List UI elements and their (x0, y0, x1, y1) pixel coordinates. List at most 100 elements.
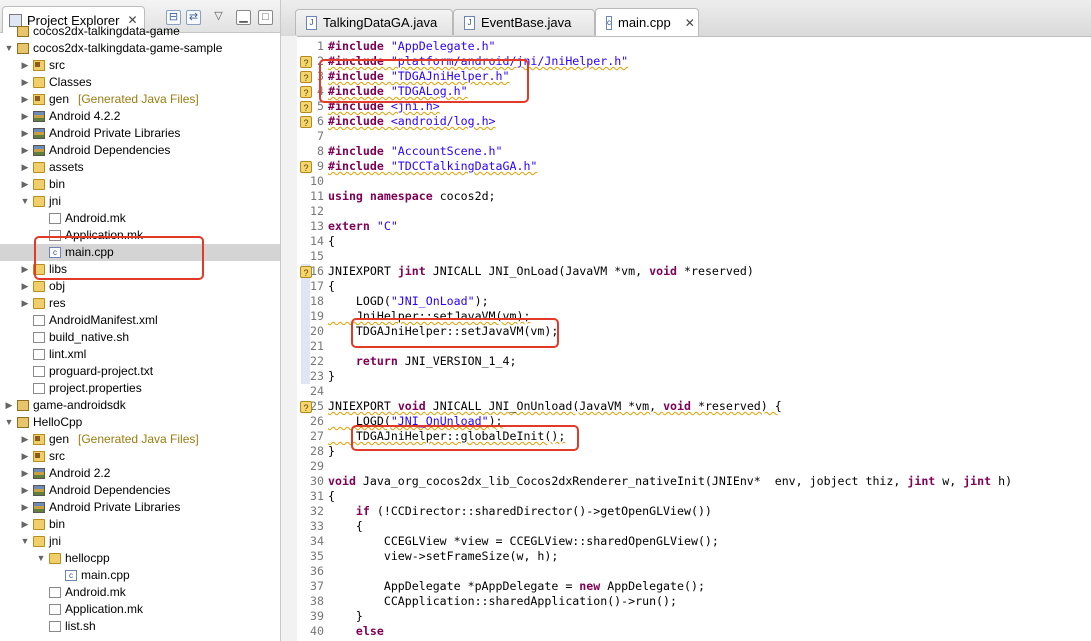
tree-item[interactable]: ▶ Android Private Libraries (0, 125, 280, 142)
chevron-right-icon[interactable]: ▶ (20, 431, 30, 448)
code-line[interactable]: 39 } (281, 609, 1091, 624)
tab-talkingdataga-java[interactable]: J TalkingDataGA.java (295, 9, 453, 35)
tree-item[interactable]: Android.mk (0, 210, 280, 227)
warning-marker-icon[interactable]: ? (300, 101, 312, 113)
tree-item[interactable]: ▶ Android Private Libraries (0, 499, 280, 516)
chevron-right-icon[interactable]: ▶ (20, 125, 30, 142)
chevron-right-icon[interactable]: ▶ (20, 57, 30, 74)
code-line[interactable]: 35 view->setFrameSize(w, h); (281, 549, 1091, 564)
chevron-right-icon[interactable]: ▶ (20, 448, 30, 465)
chevron-right-icon[interactable]: ▶ (20, 295, 30, 312)
tree-item[interactable]: ▶ Android Dependencies (0, 142, 280, 159)
code-line[interactable]: 31 { (281, 489, 1091, 504)
chevron-down-icon[interactable]: ▼ (36, 550, 46, 567)
code-line[interactable]: 7 (281, 129, 1091, 144)
code-line[interactable]: 22 return JNI_VERSION_1_4; (281, 354, 1091, 369)
tree-item[interactable]: ▶ Classes (0, 74, 280, 91)
code-line[interactable]: 6 #include <android/log.h> (281, 114, 1091, 129)
tree-item[interactable]: ▶ bin (0, 516, 280, 533)
code-line[interactable]: 33 { (281, 519, 1091, 534)
tree-item[interactable]: lint.xml (0, 346, 280, 363)
chevron-right-icon[interactable]: ▶ (20, 108, 30, 125)
tree-item[interactable]: ▶ Android 2.2 (0, 465, 280, 482)
warning-marker-icon[interactable]: ? (300, 266, 312, 278)
code-line[interactable]: 14 { (281, 234, 1091, 249)
chevron-right-icon[interactable]: ▶ (4, 397, 14, 414)
chevron-down-icon[interactable]: ▼ (4, 414, 14, 431)
tree-item[interactable]: ▶ obj (0, 278, 280, 295)
code-line[interactable]: 15 (281, 249, 1091, 264)
tree-item[interactable]: ▶ game-androidsdk (0, 397, 280, 414)
warning-marker-icon[interactable]: ? (300, 116, 312, 128)
tree-item[interactable]: proguard-project.txt (0, 363, 280, 380)
code-line[interactable]: 8 #include "AccountScene.h" (281, 144, 1091, 159)
tree-item[interactable]: ▼ cocos2dx-talkingdata-game-sample (0, 40, 280, 57)
tree-item[interactable]: project.properties (0, 380, 280, 397)
code-line[interactable]: 11 using namespace cocos2d; (281, 189, 1091, 204)
view-menu-icon[interactable]: ▽ (212, 10, 225, 23)
chevron-down-icon[interactable]: ▼ (20, 193, 30, 210)
chevron-right-icon[interactable]: ▶ (20, 91, 30, 108)
code-line[interactable]: 32 if (!CCDirector::sharedDirector()->ge… (281, 504, 1091, 519)
warning-marker-icon[interactable]: ? (300, 401, 312, 413)
code-line[interactable]: 23} (281, 369, 1091, 384)
tree-item[interactable]: ▶ gen [Generated Java Files] (0, 91, 280, 108)
code-line[interactable]: 40 else (281, 624, 1091, 639)
tree-item[interactable]: Application.mk (0, 601, 280, 618)
chevron-right-icon[interactable]: ▶ (20, 142, 30, 159)
code-line[interactable]: 10 (281, 174, 1091, 189)
chevron-down-icon[interactable]: ▼ (20, 533, 30, 550)
tree-item[interactable]: ▼ jni (0, 533, 280, 550)
code-line[interactable]: 30 void Java_org_cocos2dx_lib_Cocos2dxRen… (281, 474, 1091, 489)
tree-item[interactable]: cocos2dx-talkingdata-game (0, 23, 280, 40)
tab-main-cpp[interactable]: c main.cpp ✕ (595, 8, 699, 36)
tree-item[interactable]: ▼ HelloCpp (0, 414, 280, 431)
code-line[interactable]: 13 extern "C" (281, 219, 1091, 234)
warning-marker-icon[interactable]: ? (300, 56, 312, 68)
warning-marker-icon[interactable]: ? (300, 161, 312, 173)
tree-item[interactable]: ▶ src (0, 57, 280, 74)
tree-item[interactable]: ▶ gen [Generated Java Files] (0, 431, 280, 448)
chevron-right-icon[interactable]: ▶ (20, 516, 30, 533)
code-line[interactable]: 38 CCApplication::sharedApplication()->r… (281, 594, 1091, 609)
chevron-right-icon[interactable]: ▶ (20, 278, 30, 295)
tree-item[interactable]: ▼ jni (0, 193, 280, 210)
tree-item[interactable]: list.sh (0, 618, 280, 635)
code-line[interactable]: 34 CCEGLView *view = CCEGLView::sharedOp… (281, 534, 1091, 549)
code-line[interactable]: 36 (281, 564, 1091, 579)
chevron-right-icon[interactable]: ▶ (20, 482, 30, 499)
tree-item[interactable]: ▶ Android Dependencies (0, 482, 280, 499)
tree-item[interactable]: ▶ bin (0, 176, 280, 193)
code-line[interactable]: 9 #include "TDCCTalkingDataGA.h" (281, 159, 1091, 174)
chevron-right-icon[interactable]: ▶ (20, 261, 30, 278)
srcfolder-icon (33, 451, 45, 462)
code-line[interactable]: 16 JNIEXPORT jint JNICALL JNI_OnLoad(Java… (281, 264, 1091, 279)
code-line[interactable]: 18 LOGD("JNI_OnLoad"); (281, 294, 1091, 309)
code-line[interactable]: 37 AppDelegate *pAppDelegate = new AppDe… (281, 579, 1091, 594)
warning-marker-icon[interactable]: ? (300, 86, 312, 98)
tab-eventbase-java[interactable]: J EventBase.java (453, 9, 595, 35)
warning-marker-icon[interactable]: ? (300, 71, 312, 83)
chevron-right-icon[interactable]: ▶ (20, 465, 30, 482)
close-icon[interactable]: ✕ (685, 16, 695, 30)
chevron-right-icon[interactable]: ▶ (20, 159, 30, 176)
code-line[interactable]: 24 (281, 384, 1091, 399)
code-line[interactable]: 25 JNIEXPORT void JNICALL JNI_OnUnload(Ja… (281, 399, 1091, 414)
tree-item[interactable]: build_native.sh (0, 329, 280, 346)
code-line[interactable]: 1 #include "AppDelegate.h" (281, 39, 1091, 54)
tree-item[interactable]: ▼ hellocpp (0, 550, 280, 567)
tree-item[interactable]: ▶ Android 4.2.2 (0, 108, 280, 125)
code-line[interactable]: 29 (281, 459, 1091, 474)
tree-item[interactable]: Android.mk (0, 584, 280, 601)
chevron-right-icon[interactable]: ▶ (20, 499, 30, 516)
chevron-right-icon[interactable]: ▶ (20, 74, 30, 91)
tree-item[interactable]: ▶ src (0, 448, 280, 465)
tree-item[interactable]: ▶ assets (0, 159, 280, 176)
tree-item[interactable]: ▶ res (0, 295, 280, 312)
tree-item[interactable]: c main.cpp (0, 567, 280, 584)
code-line[interactable]: 12 (281, 204, 1091, 219)
chevron-right-icon[interactable]: ▶ (20, 176, 30, 193)
code-line[interactable]: 17 { (281, 279, 1091, 294)
tree-item[interactable]: AndroidManifest.xml (0, 312, 280, 329)
chevron-down-icon[interactable]: ▼ (4, 40, 14, 57)
